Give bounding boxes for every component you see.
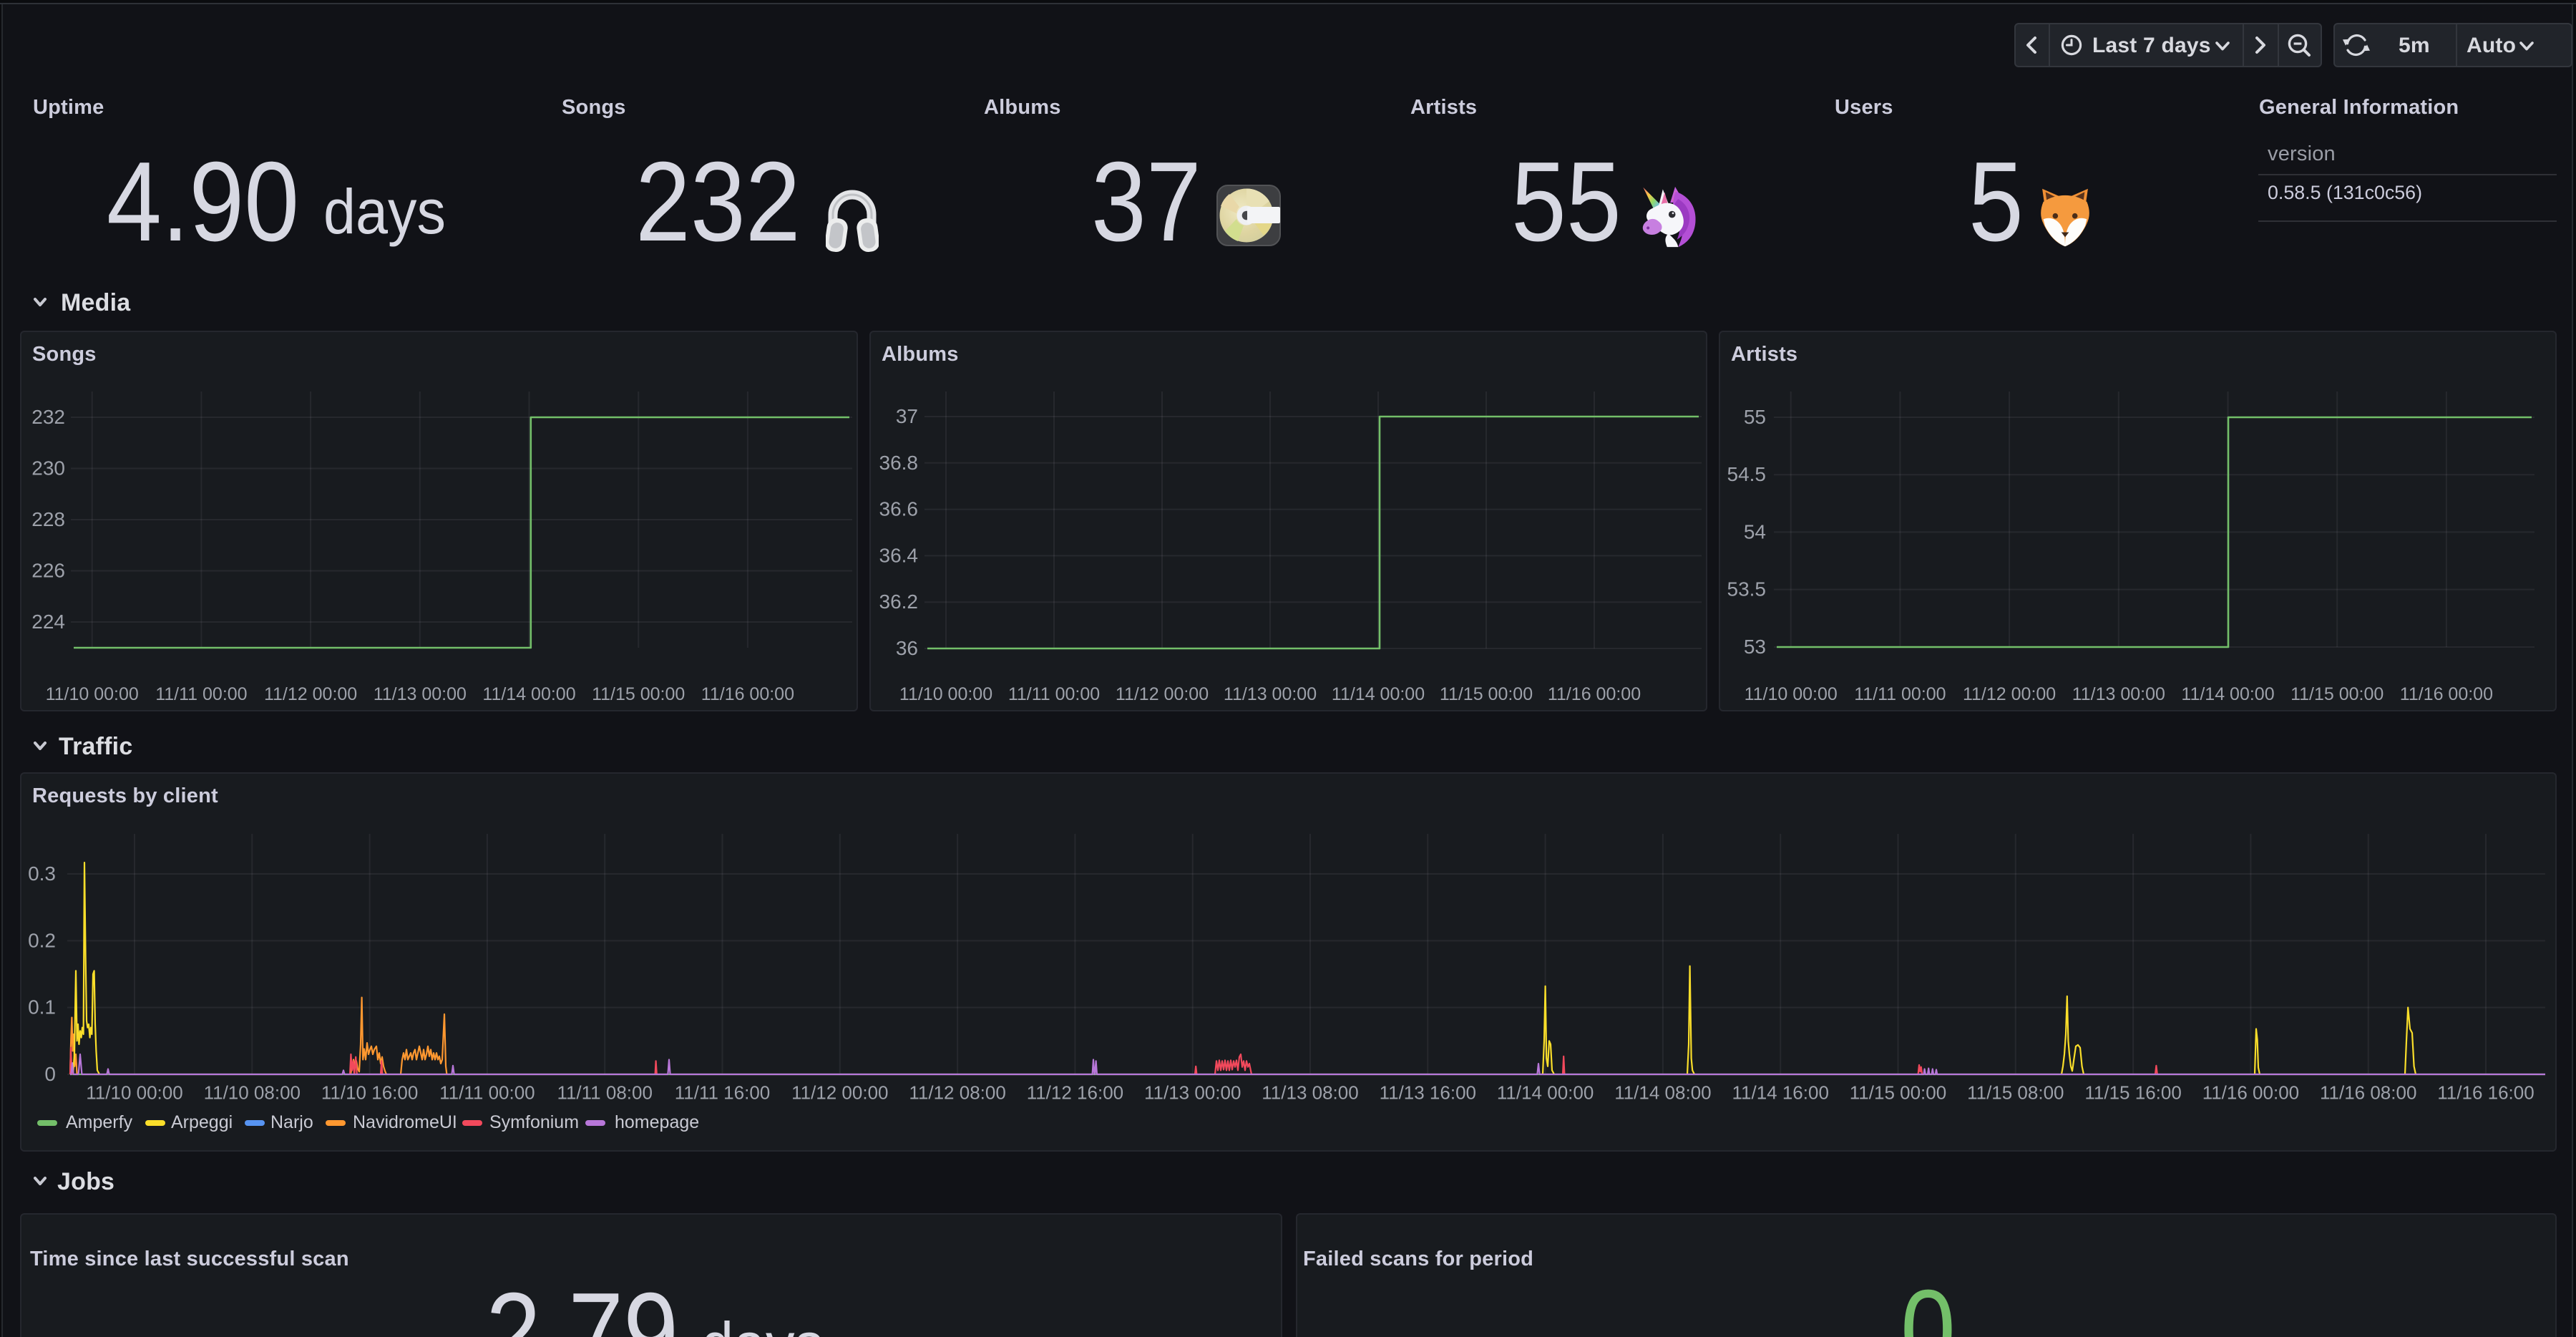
- svg-text:11/14 00:00: 11/14 00:00: [2181, 684, 2274, 704]
- svg-text:0: 0: [44, 1063, 56, 1085]
- svg-text:11/11 08:00: 11/11 08:00: [557, 1082, 653, 1104]
- svg-text:11/13 00:00: 11/13 00:00: [1144, 1082, 1241, 1104]
- svg-text:11/10 00:00: 11/10 00:00: [899, 684, 992, 704]
- svg-text:53: 53: [1744, 636, 1766, 658]
- svg-text:11/16 00:00: 11/16 00:00: [2400, 684, 2493, 704]
- svg-text:11/11 00:00: 11/11 00:00: [1008, 684, 1100, 704]
- svg-text:11/13 00:00: 11/13 00:00: [2072, 684, 2165, 704]
- svg-text:11/10 00:00: 11/10 00:00: [86, 1082, 182, 1104]
- svg-text:226: 226: [31, 560, 65, 582]
- svg-text:11/11 16:00: 11/11 16:00: [675, 1082, 771, 1104]
- svg-text:36.2: 36.2: [879, 590, 919, 613]
- svg-text:11/15 00:00: 11/15 00:00: [1850, 1082, 1946, 1104]
- svg-text:11/14 00:00: 11/14 00:00: [482, 684, 575, 704]
- svg-text:11/16 00:00: 11/16 00:00: [1548, 684, 1641, 704]
- svg-text:11/12 00:00: 11/12 00:00: [1116, 684, 1209, 704]
- svg-text:224: 224: [31, 611, 65, 633]
- svg-text:53.5: 53.5: [1727, 578, 1767, 601]
- svg-text:36.4: 36.4: [879, 544, 919, 566]
- svg-text:11/13 08:00: 11/13 08:00: [1262, 1082, 1358, 1104]
- svg-text:11/12 08:00: 11/12 08:00: [909, 1082, 1005, 1104]
- svg-text:54: 54: [1744, 520, 1766, 543]
- svg-text:230: 230: [31, 457, 65, 480]
- svg-text:11/11 00:00: 11/11 00:00: [1854, 684, 1946, 704]
- svg-text:11/12 16:00: 11/12 16:00: [1027, 1082, 1123, 1104]
- svg-text:11/13 00:00: 11/13 00:00: [1224, 684, 1317, 704]
- svg-text:11/12 00:00: 11/12 00:00: [791, 1082, 888, 1104]
- svg-text:11/15 00:00: 11/15 00:00: [2290, 684, 2384, 704]
- svg-text:11/15 08:00: 11/15 08:00: [1967, 1082, 2064, 1104]
- svg-text:11/13 16:00: 11/13 16:00: [1380, 1082, 1476, 1104]
- svg-text:11/14 16:00: 11/14 16:00: [1732, 1082, 1828, 1104]
- svg-text:11/16 08:00: 11/16 08:00: [2320, 1082, 2416, 1104]
- svg-text:36.6: 36.6: [879, 498, 919, 520]
- svg-text:11/11 00:00: 11/11 00:00: [155, 684, 247, 704]
- svg-text:11/16 00:00: 11/16 00:00: [2202, 1082, 2299, 1104]
- svg-text:228: 228: [31, 508, 65, 530]
- svg-text:11/10 08:00: 11/10 08:00: [204, 1082, 301, 1104]
- svg-text:11/16 00:00: 11/16 00:00: [701, 684, 794, 704]
- svg-text:0.3: 0.3: [28, 862, 56, 885]
- svg-text:37: 37: [896, 405, 918, 427]
- svg-text:11/15 00:00: 11/15 00:00: [592, 684, 685, 704]
- svg-text:11/14 08:00: 11/14 08:00: [1614, 1082, 1711, 1104]
- svg-text:0.1: 0.1: [28, 996, 56, 1018]
- svg-text:11/14 00:00: 11/14 00:00: [1497, 1082, 1594, 1104]
- svg-text:55: 55: [1744, 406, 1766, 428]
- svg-text:36.8: 36.8: [879, 452, 919, 474]
- svg-text:36: 36: [896, 637, 918, 659]
- svg-text:11/11 00:00: 11/11 00:00: [439, 1082, 535, 1104]
- svg-text:11/12 00:00: 11/12 00:00: [1963, 684, 2056, 704]
- svg-text:11/15 00:00: 11/15 00:00: [1440, 684, 1533, 704]
- svg-text:11/12 00:00: 11/12 00:00: [264, 684, 357, 704]
- svg-text:11/10 00:00: 11/10 00:00: [1745, 684, 1838, 704]
- svg-text:232: 232: [31, 406, 65, 428]
- svg-text:0.2: 0.2: [28, 929, 56, 951]
- svg-text:11/10 00:00: 11/10 00:00: [46, 684, 139, 704]
- svg-text:11/10 16:00: 11/10 16:00: [321, 1082, 418, 1104]
- svg-text:11/15 16:00: 11/15 16:00: [2084, 1082, 2181, 1104]
- svg-text:11/14 00:00: 11/14 00:00: [1332, 684, 1425, 704]
- svg-text:11/16 16:00: 11/16 16:00: [2437, 1082, 2534, 1104]
- svg-text:11/13 00:00: 11/13 00:00: [374, 684, 467, 704]
- svg-text:54.5: 54.5: [1727, 463, 1767, 485]
